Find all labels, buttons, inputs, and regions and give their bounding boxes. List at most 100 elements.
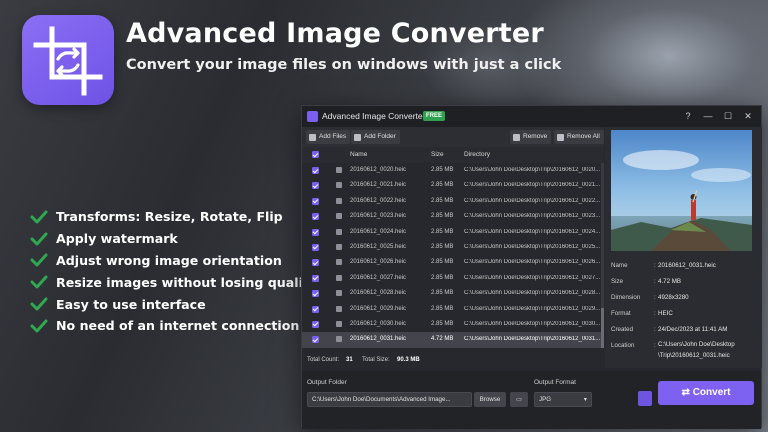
- row-checkbox[interactable]: [312, 290, 319, 298]
- file-name: 20160612_0022.heic: [350, 197, 407, 204]
- window-title: Advanced Image Converter: [322, 111, 426, 121]
- maximize-icon[interactable]: ☐: [720, 109, 736, 123]
- open-folder-icon[interactable]: ▭: [510, 392, 528, 407]
- convert-button[interactable]: ⇄ Convert: [658, 381, 754, 405]
- file-icon: [336, 274, 342, 281]
- file-directory: C:\Users\John Doe\Desktop\Trip\20160612_…: [464, 290, 600, 297]
- output-folder-field[interactable]: C:\Users\John Doe\Documents\Advanced Ima…: [307, 392, 472, 407]
- add-folder-button[interactable]: Add Folder: [351, 130, 400, 144]
- checkmark-icon: [30, 297, 48, 311]
- detail-format-value: HEIC: [658, 310, 673, 317]
- file-icon: [336, 259, 342, 266]
- file-icon: [336, 336, 342, 343]
- row-checkbox[interactable]: [312, 213, 319, 221]
- output-format-label: Output Format: [534, 379, 576, 386]
- file-name: 20160612_0024.heic: [350, 228, 407, 235]
- file-directory: C:\Users\John Doe\Desktop\Trip\20160612_…: [464, 182, 600, 189]
- detail-dimension-value: 4928x3280: [658, 294, 689, 301]
- help-icon[interactable]: ?: [680, 109, 696, 123]
- select-all-checkbox[interactable]: [312, 151, 319, 158]
- scrollbar-thumb[interactable]: [601, 308, 604, 348]
- file-size: 2.85 MB: [431, 197, 454, 204]
- table-row[interactable]: 20160612_0021.heic 2.85 MB C:\Users\John D…: [302, 178, 604, 193]
- row-checkbox[interactable]: [312, 274, 319, 282]
- checkmark-icon: [30, 232, 48, 246]
- table-row[interactable]: 20160612_0024.heic 2.85 MB C:\Users\John D…: [302, 225, 604, 240]
- file-directory: C:\Users\John Doe\Desktop\Trip\20160612_…: [464, 259, 600, 266]
- file-size: 2.85 MB: [431, 243, 454, 250]
- table-row[interactable]: 20160612_0025.heic 2.85 MB C:\Users\John D…: [302, 240, 604, 255]
- total-size-label: Total Size:: [362, 357, 390, 363]
- detail-location-line2: \Trip\20160612_0031.heic: [658, 352, 730, 359]
- settings-icon[interactable]: [638, 391, 652, 406]
- row-checkbox[interactable]: [312, 197, 319, 205]
- table-row[interactable]: 20160612_0023.heic 2.85 MB C:\Users\John D…: [302, 209, 604, 224]
- list-scrollbar[interactable]: [601, 163, 604, 348]
- file-directory: C:\Users\John Doe\Desktop\Trip\20160612_…: [464, 243, 600, 250]
- table-row[interactable]: 20160612_0027.heic 2.85 MB C:\Users\John D…: [302, 271, 604, 286]
- column-directory[interactable]: Directory: [464, 151, 490, 158]
- remove-all-label: Remove All: [567, 133, 600, 140]
- total-count: 31: [346, 357, 353, 363]
- feature-text: No need of an internet connection: [56, 318, 300, 334]
- row-checkbox[interactable]: [312, 336, 319, 344]
- file-directory: C:\Users\John Doe\Desktop\Trip\20160612_…: [464, 167, 600, 173]
- toolbar: Add Files Add Folder Remove Remove All: [302, 127, 604, 147]
- detail-size-value: 4.72 MB: [658, 278, 682, 285]
- row-checkbox[interactable]: [312, 243, 319, 251]
- file-list: 20160612_0020.heic 2.85 MB C:\Users\John D…: [302, 163, 604, 348]
- hero-title: Advanced Image Converter: [126, 18, 544, 49]
- detail-colon: :: [654, 310, 656, 317]
- file-name: 20160612_0031.heic: [350, 336, 407, 343]
- table-row[interactable]: 20160612_0030.heic 2.85 MB C:\Users\John D…: [302, 317, 604, 332]
- file-icon: [336, 182, 342, 189]
- detail-name-value: 20160612_0031.heic: [658, 262, 716, 269]
- table-row[interactable]: 20160612_0020.heic 2.85 MB C:\Users\John D…: [302, 163, 604, 178]
- feature-text: Adjust wrong image orientation: [56, 252, 282, 268]
- file-size: 2.85 MB: [431, 182, 454, 189]
- file-icon: [336, 320, 342, 327]
- close-icon[interactable]: ✕: [740, 109, 756, 123]
- minimize-icon[interactable]: —: [700, 109, 716, 123]
- checkmark-icon: [30, 253, 48, 267]
- file-size: 2.85 MB: [431, 167, 454, 173]
- file-icon: [336, 305, 342, 312]
- file-icon: [336, 213, 342, 220]
- row-checkbox[interactable]: [312, 182, 319, 190]
- row-checkbox[interactable]: [312, 259, 319, 267]
- output-panel: Output Folder C:\Users\John Doe\Document…: [302, 371, 761, 429]
- remove-all-button[interactable]: Remove All: [554, 130, 604, 144]
- table-row[interactable]: 20160612_0022.heic 2.85 MB C:\Users\John D…: [302, 194, 604, 209]
- preview-pane: Name : 20160612_0031.heic Size : 4.72 MB…: [605, 127, 762, 368]
- hero-subtitle: Convert your image files on windows with…: [126, 57, 562, 73]
- output-format-select[interactable]: JPG ▾: [534, 392, 592, 407]
- browse-button[interactable]: Browse: [474, 392, 506, 407]
- table-row[interactable]: 20160612_0029.heic 2.85 MB C:\Users\John D…: [302, 302, 604, 317]
- detail-colon: :: [654, 342, 656, 349]
- column-size[interactable]: Size: [431, 151, 444, 158]
- row-checkbox[interactable]: [312, 167, 319, 174]
- column-name[interactable]: Name: [350, 151, 367, 158]
- row-checkbox[interactable]: [312, 320, 319, 328]
- file-directory: C:\Users\John Doe\Desktop\Trip\20160612_…: [464, 274, 600, 281]
- detail-location-label: Location: [611, 342, 635, 349]
- table-header: Name Size Directory: [302, 147, 604, 163]
- file-name: 20160612_0026.heic: [350, 259, 407, 266]
- output-format-value: JPG: [539, 396, 552, 403]
- file-size: 2.85 MB: [431, 213, 454, 220]
- file-name: 20160612_0020.heic: [350, 167, 407, 173]
- table-row[interactable]: 20160612_0026.heic 2.85 MB C:\Users\John D…: [302, 255, 604, 270]
- row-checkbox[interactable]: [312, 305, 319, 313]
- crop-convert-icon: [33, 26, 103, 96]
- remove-button[interactable]: Remove: [510, 130, 552, 144]
- feature-item: Apply watermark: [30, 228, 317, 250]
- file-directory: C:\Users\John Doe\Desktop\Trip\20160612_…: [464, 336, 600, 343]
- feature-text: Easy to use interface: [56, 296, 206, 312]
- add-files-button[interactable]: Add Files: [306, 130, 351, 144]
- add-files-label: Add Files: [319, 133, 347, 140]
- title-bar[interactable]: Advanced Image Converter FREE ? — ☐ ✕: [302, 106, 761, 127]
- table-row-selected[interactable]: 20160612_0031.heic 4.72 MB C:\Users\John D…: [302, 332, 604, 348]
- row-checkbox[interactable]: [312, 228, 319, 236]
- feature-item: Adjust wrong image orientation: [30, 250, 317, 272]
- table-row[interactable]: 20160612_0028.heic 2.85 MB C:\Users\John D…: [302, 286, 604, 301]
